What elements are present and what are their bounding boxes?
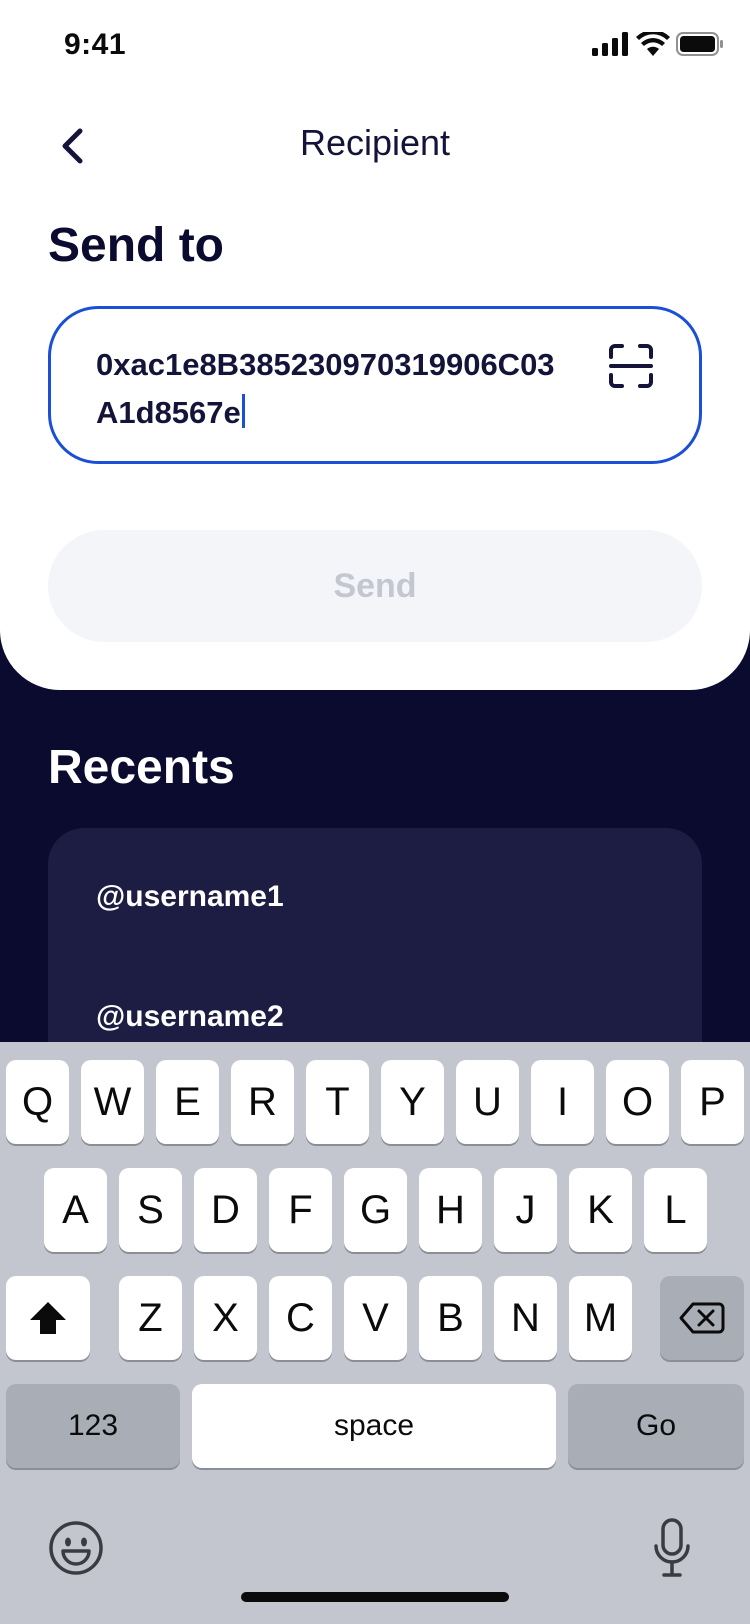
key-h[interactable]: H xyxy=(419,1168,482,1252)
signal-icon xyxy=(592,32,628,56)
recipient-address-value: 0xac1e8B385230970319906C03A1d8567e xyxy=(96,347,555,430)
qr-scan-icon xyxy=(609,344,653,388)
key-w[interactable]: W xyxy=(81,1060,144,1144)
key-i[interactable]: I xyxy=(531,1060,594,1144)
key-g[interactable]: G xyxy=(344,1168,407,1252)
home-indicator xyxy=(241,1592,509,1602)
send-to-heading: Send to xyxy=(48,219,224,272)
wifi-icon xyxy=(636,32,670,56)
key-z[interactable]: Z xyxy=(119,1276,182,1360)
space-key[interactable]: space xyxy=(192,1384,556,1468)
key-x[interactable]: X xyxy=(194,1276,257,1360)
key-k[interactable]: K xyxy=(569,1168,632,1252)
numbers-key[interactable]: 123 xyxy=(6,1384,180,1468)
shift-key[interactable] xyxy=(6,1276,90,1360)
key-m[interactable]: M xyxy=(569,1276,632,1360)
key-b[interactable]: B xyxy=(419,1276,482,1360)
key-t[interactable]: T xyxy=(306,1060,369,1144)
shift-icon xyxy=(30,1302,66,1334)
recents-heading: Recents xyxy=(48,741,235,794)
key-a[interactable]: A xyxy=(44,1168,107,1252)
keyboard: Q W E R T Y U I O P A S D F G H J K L Z … xyxy=(0,1042,750,1624)
dictation-button[interactable] xyxy=(654,1518,690,1578)
key-e[interactable]: E xyxy=(156,1060,219,1144)
emoji-button[interactable] xyxy=(48,1520,104,1576)
recipient-address-text: 0xac1e8B385230970319906C03A1d8567e xyxy=(96,341,566,437)
recent-item-username1[interactable]: @username1 xyxy=(96,880,284,914)
emoji-icon xyxy=(49,1521,103,1575)
microphone-icon xyxy=(654,1518,690,1577)
key-s[interactable]: S xyxy=(119,1168,182,1252)
key-q[interactable]: Q xyxy=(6,1060,69,1144)
key-v[interactable]: V xyxy=(344,1276,407,1360)
key-c[interactable]: C xyxy=(269,1276,332,1360)
page-title: Recipient xyxy=(299,122,451,163)
recipient-address-input[interactable]: 0xac1e8B385230970319906C03A1d8567e xyxy=(48,306,702,464)
key-o[interactable]: O xyxy=(606,1060,669,1144)
key-p[interactable]: P xyxy=(681,1060,744,1144)
send-button[interactable]: Send xyxy=(48,530,702,642)
key-l[interactable]: L xyxy=(644,1168,707,1252)
key-n[interactable]: N xyxy=(494,1276,557,1360)
battery-icon xyxy=(676,32,723,56)
key-r[interactable]: R xyxy=(231,1060,294,1144)
backspace-key[interactable] xyxy=(660,1276,744,1360)
go-key[interactable]: Go xyxy=(568,1384,744,1468)
key-d[interactable]: D xyxy=(194,1168,257,1252)
key-j[interactable]: J xyxy=(494,1168,557,1252)
backspace-icon xyxy=(679,1302,725,1334)
key-y[interactable]: Y xyxy=(381,1060,444,1144)
text-caret xyxy=(241,394,245,428)
key-u[interactable]: U xyxy=(456,1060,519,1144)
recent-item-username2[interactable]: @username2 xyxy=(96,1000,284,1034)
key-f[interactable]: F xyxy=(269,1168,332,1252)
status-time: 9:41 xyxy=(64,28,127,61)
scan-qr-button[interactable] xyxy=(608,343,654,389)
